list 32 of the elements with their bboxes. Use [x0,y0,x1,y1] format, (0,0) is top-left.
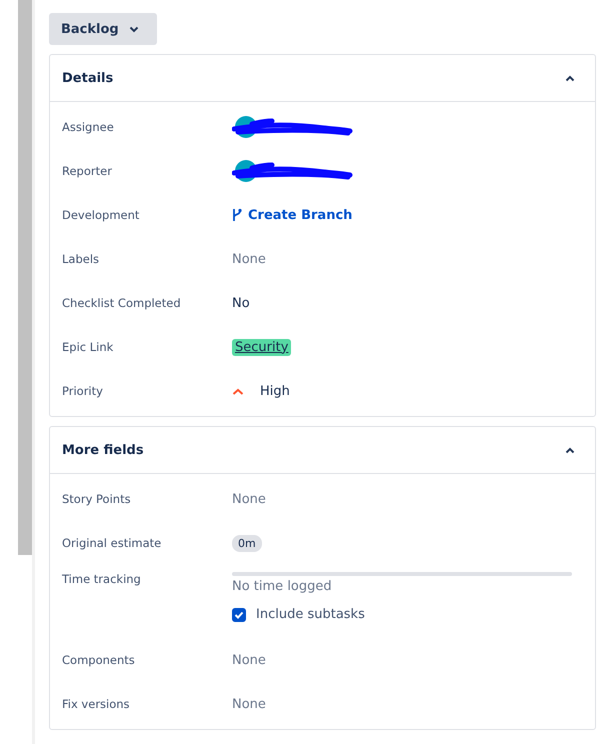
field-label: Components [62,653,136,667]
priority-value: High [260,384,290,398]
field-label: Labels [62,252,100,266]
time-logged-text: No time logged [232,579,333,594]
field-label: Fix versions [62,697,131,711]
field-label: Assignee [62,120,115,134]
section-title: Details [62,70,114,86]
field-label: Development [62,208,140,222]
field-label: Story Points [62,492,132,506]
checkbox[interactable] [232,608,246,622]
estimate-chip: 0m [232,534,262,552]
field-value: No [232,296,250,310]
field-label: Checklist Completed [62,296,182,310]
epic-lozenge[interactable]: Security [232,338,292,356]
chevron-down-icon [128,26,139,32]
field-label: Original estimate [62,536,162,550]
field-value: None [232,252,266,266]
field-label: Reporter [62,164,113,178]
field-label: Time tracking [62,572,142,586]
field-label: Priority [62,384,104,398]
branch-icon [232,208,242,222]
collapse-toggle-icon[interactable] [565,74,575,82]
collapse-toggle-icon[interactable] [565,446,575,454]
field-label: Epic Link [62,340,114,354]
scrollbar[interactable] [18,0,32,555]
create-branch-link[interactable]: Create Branch [232,208,352,222]
field-value: None [232,492,266,506]
field-value: None [232,696,266,712]
field-value: None [232,652,266,668]
status-dropdown[interactable]: Backlog [49,13,157,45]
section-title: More fields [62,442,144,458]
checkbox-label: Include subtasks [256,607,365,622]
